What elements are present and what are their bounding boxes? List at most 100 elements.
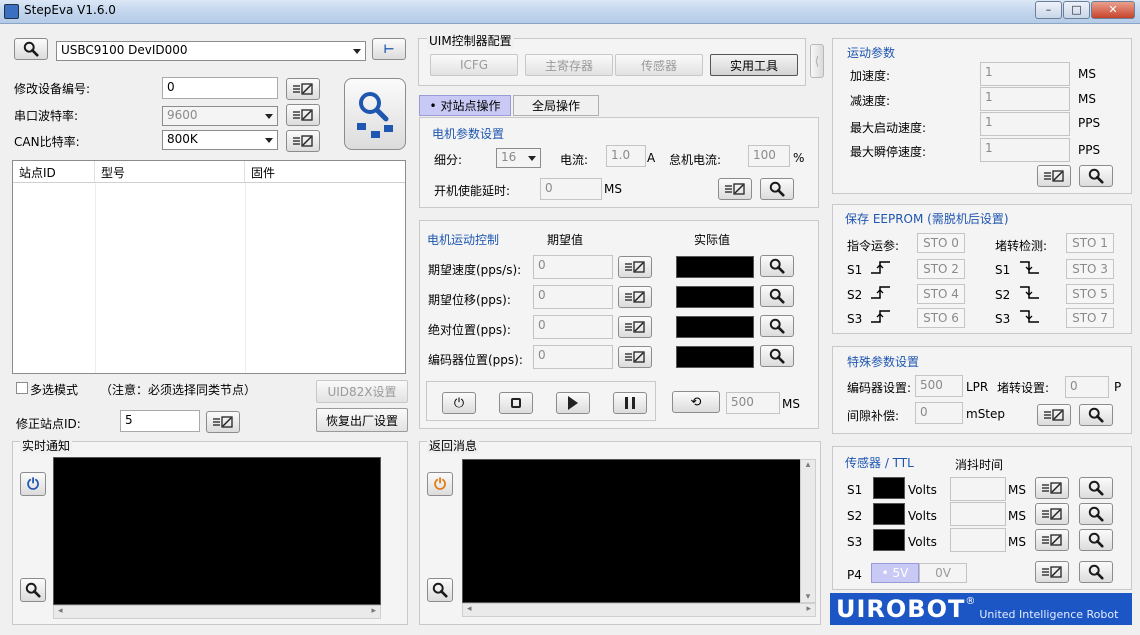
sensor-s2-set-button[interactable] bbox=[1035, 503, 1069, 525]
encoder-setting-input[interactable]: 500 bbox=[915, 375, 963, 397]
actual-speed-read-button[interactable] bbox=[760, 255, 794, 277]
sensor-s2-read-button[interactable] bbox=[1079, 503, 1113, 525]
modify-id-set-button[interactable] bbox=[286, 78, 320, 100]
motor-params-set-button[interactable] bbox=[718, 178, 752, 200]
return-vscrollbar[interactable]: ▴ ▾ bbox=[800, 459, 816, 603]
enable-delay-input[interactable]: 0 bbox=[540, 178, 602, 200]
sensor-s3-set-button[interactable] bbox=[1035, 529, 1069, 551]
search-icon bbox=[1086, 480, 1106, 496]
sensor-s1-read-button[interactable] bbox=[1079, 477, 1113, 499]
sensor-s3-read-button[interactable] bbox=[1079, 529, 1113, 551]
baud-set-button[interactable] bbox=[286, 104, 320, 126]
realtime-log[interactable] bbox=[53, 457, 381, 605]
refresh-period-input[interactable]: 500 bbox=[726, 392, 780, 414]
sto-6-button[interactable]: STO 6 bbox=[917, 308, 965, 328]
stall-setting-input[interactable]: 0 bbox=[1065, 376, 1109, 398]
column-header-model[interactable]: 型号 bbox=[95, 161, 245, 182]
sensor-s3-debounce-input[interactable] bbox=[950, 528, 1006, 552]
expected-speed-input[interactable]: 0 bbox=[533, 255, 613, 279]
sto-1-button[interactable]: STO 1 bbox=[1066, 233, 1114, 253]
absolute-position-set-button[interactable] bbox=[618, 316, 652, 338]
expected-displacement-input[interactable]: 0 bbox=[533, 285, 613, 309]
sensor-s2-debounce-input[interactable] bbox=[950, 502, 1006, 526]
uid-setting-button[interactable]: UID82X设置 bbox=[316, 380, 408, 403]
sto-7-button[interactable]: STO 7 bbox=[1066, 308, 1114, 328]
stop-button[interactable] bbox=[499, 392, 533, 414]
max-start-speed-input[interactable]: 1 bbox=[980, 112, 1070, 136]
encoder-position-input[interactable]: 0 bbox=[533, 345, 613, 369]
return-message-log[interactable] bbox=[462, 459, 816, 603]
can-set-button[interactable] bbox=[286, 130, 320, 152]
special-params-read-button[interactable] bbox=[1079, 404, 1113, 426]
sensor-s2-label: S2 bbox=[847, 509, 863, 523]
sto-0-button[interactable]: STO 0 bbox=[917, 233, 965, 253]
scan-port-button[interactable] bbox=[14, 38, 48, 60]
can-select[interactable]: 800K bbox=[162, 130, 278, 150]
baud-select[interactable]: 9600 bbox=[162, 106, 278, 126]
subdiv-select[interactable]: 16 bbox=[496, 148, 541, 168]
actual-encoder-position-read-button[interactable] bbox=[760, 345, 794, 367]
enable-button[interactable]: ⏻ bbox=[442, 392, 476, 414]
fix-id-set-button[interactable] bbox=[206, 411, 240, 433]
encoder-position-set-button[interactable] bbox=[618, 346, 652, 368]
sensor-s1-set-button[interactable] bbox=[1035, 477, 1069, 499]
sensor-s1-debounce-input[interactable] bbox=[950, 477, 1006, 501]
absolute-position-input[interactable]: 0 bbox=[533, 315, 613, 339]
auto-refresh-button[interactable]: ⟲ bbox=[672, 391, 720, 413]
actual-absolute-position-read-button[interactable] bbox=[760, 315, 794, 337]
tab-utility[interactable]: 实用工具 bbox=[710, 54, 798, 76]
p4-set-button[interactable] bbox=[1035, 561, 1069, 583]
play-button[interactable] bbox=[556, 392, 590, 414]
maximize-button[interactable]: □ bbox=[1063, 1, 1090, 19]
expected-displacement-set-button[interactable] bbox=[618, 286, 652, 308]
collapse-panel-button[interactable]: ⟨ bbox=[810, 44, 824, 78]
factory-reset-button[interactable]: 恢复出厂设置 bbox=[316, 408, 408, 432]
refresh-icon: ⟲ bbox=[690, 394, 702, 410]
return-clear-button[interactable] bbox=[427, 578, 453, 602]
realtime-clear-button[interactable] bbox=[20, 578, 46, 602]
station-table[interactable]: 站点ID 型号 固件 bbox=[12, 160, 406, 374]
motion-params-read-button[interactable] bbox=[1079, 165, 1113, 187]
fix-id-input[interactable]: 5 bbox=[120, 410, 200, 432]
tab-global-ops[interactable]: 全局操作 bbox=[513, 95, 599, 116]
close-button[interactable]: ✕ bbox=[1091, 1, 1135, 19]
motor-params-read-button[interactable] bbox=[760, 178, 794, 200]
tab-sensor[interactable]: 传感器 bbox=[615, 54, 703, 76]
p4-0v-toggle[interactable]: 0V bbox=[919, 563, 967, 583]
modify-id-input[interactable]: 0 bbox=[162, 77, 278, 99]
sto-2-button[interactable]: STO 2 bbox=[917, 259, 965, 279]
sto-3-button[interactable]: STO 3 bbox=[1066, 259, 1114, 279]
pause-button[interactable] bbox=[613, 392, 647, 414]
tab-main-register[interactable]: 主寄存器 bbox=[525, 54, 613, 76]
device-tree-button[interactable]: ⊢ bbox=[372, 38, 406, 60]
port-select[interactable]: USBC9100 DevID000 bbox=[56, 41, 366, 61]
realtime-power-button[interactable]: ⏻ bbox=[20, 472, 46, 496]
p4-read-button[interactable] bbox=[1079, 561, 1113, 583]
scan-network-button[interactable] bbox=[344, 78, 406, 150]
special-params-set-button[interactable] bbox=[1037, 404, 1071, 426]
sto-4-button[interactable]: STO 4 bbox=[917, 284, 965, 304]
motion-params-set-button[interactable] bbox=[1037, 165, 1071, 187]
return-hscrollbar[interactable]: ◂ ▸ bbox=[462, 603, 816, 617]
decel-input[interactable]: 1 bbox=[980, 87, 1070, 111]
idle-current-input[interactable]: 100 bbox=[748, 145, 790, 167]
actual-displacement-read-button[interactable] bbox=[760, 285, 794, 307]
special-params-panel: 特殊参数设置 编码器设置: 500 LPR 堵转设置: 0 P 间隙补偿: 0 … bbox=[832, 346, 1132, 434]
minimize-button[interactable]: – bbox=[1035, 1, 1062, 19]
max-stop-speed-input[interactable]: 1 bbox=[980, 138, 1070, 162]
accel-input[interactable]: 1 bbox=[980, 62, 1070, 86]
p4-5v-toggle[interactable]: • 5V bbox=[871, 563, 919, 583]
gap-comp-input[interactable]: 0 bbox=[915, 402, 963, 424]
tab-station-ops[interactable]: • 对站点操作 bbox=[419, 95, 511, 116]
expected-speed-set-button[interactable] bbox=[618, 256, 652, 278]
write-icon bbox=[292, 82, 314, 96]
current-input[interactable]: 1.0 bbox=[606, 145, 646, 167]
realtime-hscrollbar[interactable]: ◂ ▸ bbox=[53, 605, 381, 619]
column-header-id[interactable]: 站点ID bbox=[13, 161, 95, 182]
column-header-firmware[interactable]: 固件 bbox=[245, 161, 405, 182]
tab-icfg[interactable]: ICFG bbox=[430, 54, 518, 76]
encoder-setting-unit: LPR bbox=[966, 380, 989, 394]
sto-5-button[interactable]: STO 5 bbox=[1066, 284, 1114, 304]
return-power-button[interactable]: ⏻ bbox=[427, 472, 453, 496]
multi-select-checkbox[interactable] bbox=[16, 382, 28, 394]
